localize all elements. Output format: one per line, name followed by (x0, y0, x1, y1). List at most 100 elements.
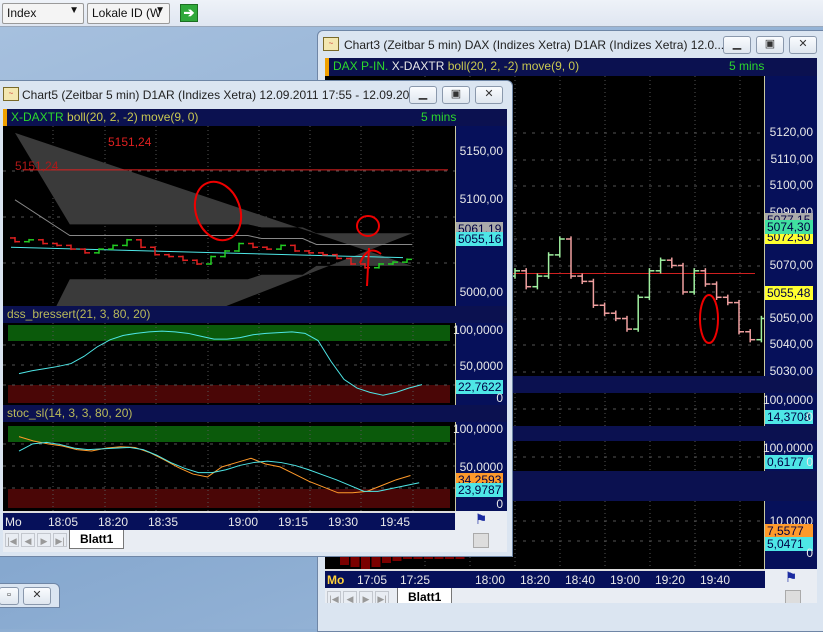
axis-label: 50,0000 (459, 460, 503, 474)
axis-label: 0 (806, 410, 813, 424)
annotation-circle (699, 294, 719, 344)
chart5-title: Chart5 (Zeitbar 5 min) D1AR (Indizes Xet… (22, 88, 426, 102)
time-label: 18:00 (475, 573, 506, 587)
axis-label: 5100,00 (459, 192, 503, 206)
symbol-label: DAX P-IN. (333, 59, 389, 73)
maximize-button[interactable]: ▣ (442, 86, 470, 104)
chart-app-icon: ~ (3, 87, 19, 101)
symbol-label: X-DAXTR (391, 59, 445, 73)
axis-label: 0 (496, 497, 503, 511)
minimize-button[interactable]: ▁ (723, 36, 751, 54)
stoc-label: stoc_sl(14, 3, 3, 80, 20) (3, 405, 507, 422)
first-sheet-button[interactable]: |◀ (327, 591, 341, 603)
time-label: 18:35 (148, 515, 179, 529)
go-button[interactable]: ➔ (180, 4, 198, 22)
chart3-sheet-tabs: |◀ ◀ ▶ ▶| Blatt1 (325, 588, 817, 603)
first-sheet-button[interactable]: |◀ (5, 533, 19, 547)
dss-axis: 100,0000 50,0000 22,7622 0 (452, 323, 507, 405)
stoc-axis: 100,0000 50,0000 34,2593 23,9787 0 (452, 422, 507, 511)
prev-sheet-button[interactable]: ◀ (343, 591, 357, 603)
close-button[interactable]: ✕ (475, 86, 503, 104)
chart3-title: Chart3 (Zeitbar 5 min) DAX (Indizes Xetr… (344, 38, 725, 52)
id-type-select-value: Lokale ID (W (92, 6, 162, 20)
sheet-tab-blatt1[interactable]: Blatt1 (397, 588, 453, 603)
minimize-button[interactable]: ▁ (409, 86, 437, 104)
axis-label: 5120,00 (769, 125, 813, 139)
value-tag: 23,9787 (456, 483, 503, 497)
value-tag: 5055,16 (456, 232, 503, 246)
time-label: 19:00 (610, 573, 641, 587)
flag-icon[interactable]: ⚑ (455, 511, 507, 530)
maximize-button[interactable]: ▣ (756, 36, 784, 54)
axis-label: 100,0000 (452, 422, 503, 436)
last-sheet-button[interactable]: ▶| (375, 591, 389, 603)
axis-label: 5000,00 (459, 285, 503, 299)
minimized-window[interactable]: ▫ ✕ (0, 583, 60, 608)
line-value-label: 5151,24 (108, 135, 152, 149)
pane5-axis: 10,0000 7,5577 5,0471 0 (764, 501, 817, 569)
next-sheet-button[interactable]: ▶ (37, 533, 51, 547)
chevron-down-icon: ▼ (155, 5, 165, 16)
axis-label: 0 (806, 455, 813, 469)
last-sheet-button[interactable]: ▶| (53, 533, 67, 547)
chart5-price-plot[interactable] (3, 126, 455, 306)
axis-label: 100,0000 (762, 393, 813, 407)
restore-button[interactable]: ▫ (0, 587, 19, 605)
time-label: 17:05 (357, 573, 388, 587)
indicator-label: boll(20, 2, -2) move(9, 0) (447, 59, 580, 73)
indicator-label: boll(20, 2, -2) move(9, 0) (67, 110, 199, 124)
next-sheet-button[interactable]: ▶ (359, 591, 373, 603)
chart3-header: DAX P-IN. X-DAXTR boll(20, 2, -2) move(9… (325, 58, 817, 76)
scrollbar-thumb[interactable] (473, 533, 489, 548)
time-label: 19:30 (328, 515, 359, 529)
index-select[interactable]: Index ▼ (2, 3, 84, 24)
time-label: 18:20 (520, 573, 551, 587)
axis-label: 0 (496, 391, 503, 405)
time-label: 17:25 (400, 573, 431, 587)
close-button[interactable]: ✕ (789, 36, 817, 54)
oversold-zone (8, 489, 450, 508)
axis-label: 100,0000 (452, 323, 503, 337)
toolbar: Index ▼ Lokale ID (W ▼ ➔ (0, 0, 823, 27)
stoc-d-line (18, 436, 411, 494)
symbol-label: X-DAXTR (11, 110, 64, 124)
dss-plot (3, 323, 455, 405)
pane3-axis: 100,0000 0,6177 0 (762, 441, 817, 471)
moving-average-line (10, 246, 404, 259)
axis-label: 5040,00 (769, 337, 813, 351)
chart3-price-axis: 5120,005110,005100,005090,005080,005070,… (764, 76, 817, 404)
close-button[interactable]: ✕ (23, 587, 51, 605)
line-value-label: 5151,24 (15, 159, 59, 173)
axis-label: 0 (806, 546, 813, 560)
flag-icon[interactable]: ⚑ (765, 569, 817, 588)
stoc-plot (3, 422, 455, 511)
price-tag: 5074,30 (765, 220, 813, 234)
time-label: Mo (327, 573, 345, 587)
chart5-time-axis: Mo 18:05 18:20 18:35 19:00 19:15 19:30 19:45 (3, 511, 455, 530)
axis-label: 5110,00 (770, 151, 814, 166)
scrollbar-thumb[interactable] (785, 590, 801, 603)
time-label: 19:00 (228, 515, 259, 529)
dss-label: dss_bressert(21, 3, 80, 20) (3, 306, 507, 323)
id-type-select[interactable]: Lokale ID (W ▼ (87, 3, 170, 24)
oversold-zone (8, 385, 450, 403)
chart-app-icon: ~ (323, 37, 339, 51)
prev-sheet-button[interactable]: ◀ (21, 533, 35, 547)
interval-label: 5 mins (421, 110, 457, 124)
time-label: 18:05 (48, 515, 79, 529)
axis-label: 100,0000 (762, 441, 813, 455)
sheet-tab-blatt1[interactable]: Blatt1 (69, 530, 125, 549)
time-label: 19:40 (700, 573, 731, 587)
chart5-area[interactable]: X-DAXTR boll(20, 2, -2) move(9, 0) 5 min… (3, 109, 507, 552)
overbought-zone (8, 426, 450, 442)
annotation-circle (356, 215, 380, 237)
index-select-value: Index (7, 6, 37, 20)
axis-label: 5150,00 (459, 144, 503, 158)
bollinger-band (15, 132, 413, 306)
axis-label: 5100,00 (769, 178, 813, 192)
axis-label: 50,0000 (459, 359, 503, 373)
interval-label: 5 mins (729, 59, 765, 73)
axis-label: 5070,00 (769, 257, 813, 272)
time-label: 19:15 (278, 515, 309, 529)
axis-label: 5050,00 (769, 310, 813, 325)
